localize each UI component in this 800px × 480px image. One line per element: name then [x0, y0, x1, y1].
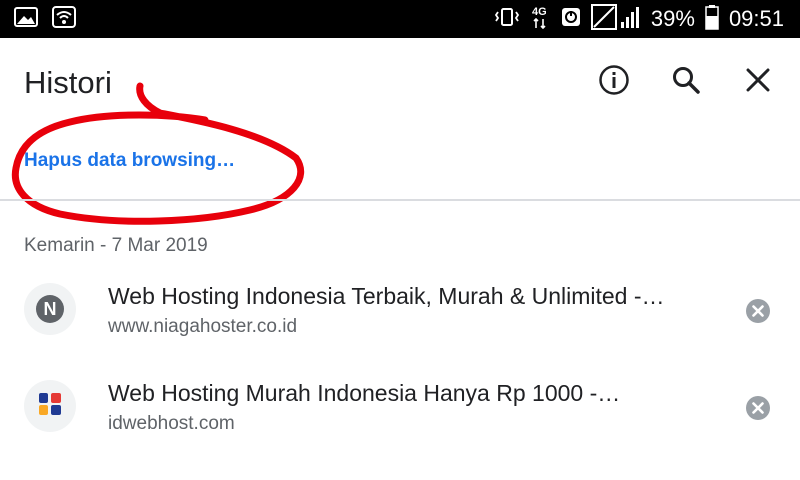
history-date-header: Kemarin - 7 Mar 2019 [24, 235, 208, 256]
history-item[interactable]: N Web Hosting Indonesia Terbaik, Murah &… [0, 269, 800, 349]
remove-history-item-button[interactable] [742, 297, 774, 329]
page-title: Histori [24, 65, 112, 100]
history-item[interactable]: Web Hosting Murah Indonesia Hanya Rp 100… [0, 366, 800, 446]
clear-browsing-data-link[interactable]: Hapus data browsing… [24, 150, 235, 172]
close-button[interactable] [738, 62, 778, 102]
network-4g-icon: 4G [531, 4, 551, 35]
status-bar: 4G 39% 09:51 [0, 0, 800, 38]
wifi-icon [52, 6, 76, 33]
search-button[interactable] [666, 62, 706, 102]
history-item-url: www.niagahoster.co.id [108, 316, 298, 337]
svg-text:4G: 4G [532, 6, 547, 18]
clock: 09:51 [728, 6, 784, 31]
history-item-title: Web Hosting Indonesia Terbaik, Murah & U… [108, 283, 665, 309]
signal-icon [590, 3, 641, 35]
battery-icon [705, 4, 719, 35]
remove-history-item-button[interactable] [742, 394, 774, 426]
favicon [24, 380, 76, 432]
search-icon [671, 65, 701, 100]
favicon: N [24, 283, 76, 335]
history-item-url: idwebhost.com [108, 413, 235, 434]
battery-percent: 39% [650, 6, 695, 31]
vibrate-icon [493, 6, 521, 33]
remove-circle-icon [745, 395, 771, 426]
idwebhost-logo-icon [36, 390, 64, 423]
remove-circle-icon [745, 298, 771, 329]
status-bar-left-icons [14, 6, 76, 33]
app-bar: Histori [0, 38, 800, 128]
status-bar-right-icons: 4G 39% 09:51 [493, 3, 784, 35]
data-saver-icon [561, 6, 581, 33]
section-divider [0, 199, 800, 201]
close-icon [745, 67, 771, 98]
history-item-title: Web Hosting Murah Indonesia Hanya Rp 100… [108, 380, 621, 406]
info-button[interactable] [594, 62, 634, 102]
favicon-letter: N [36, 295, 64, 323]
image-icon [14, 6, 38, 33]
info-icon [598, 64, 630, 101]
